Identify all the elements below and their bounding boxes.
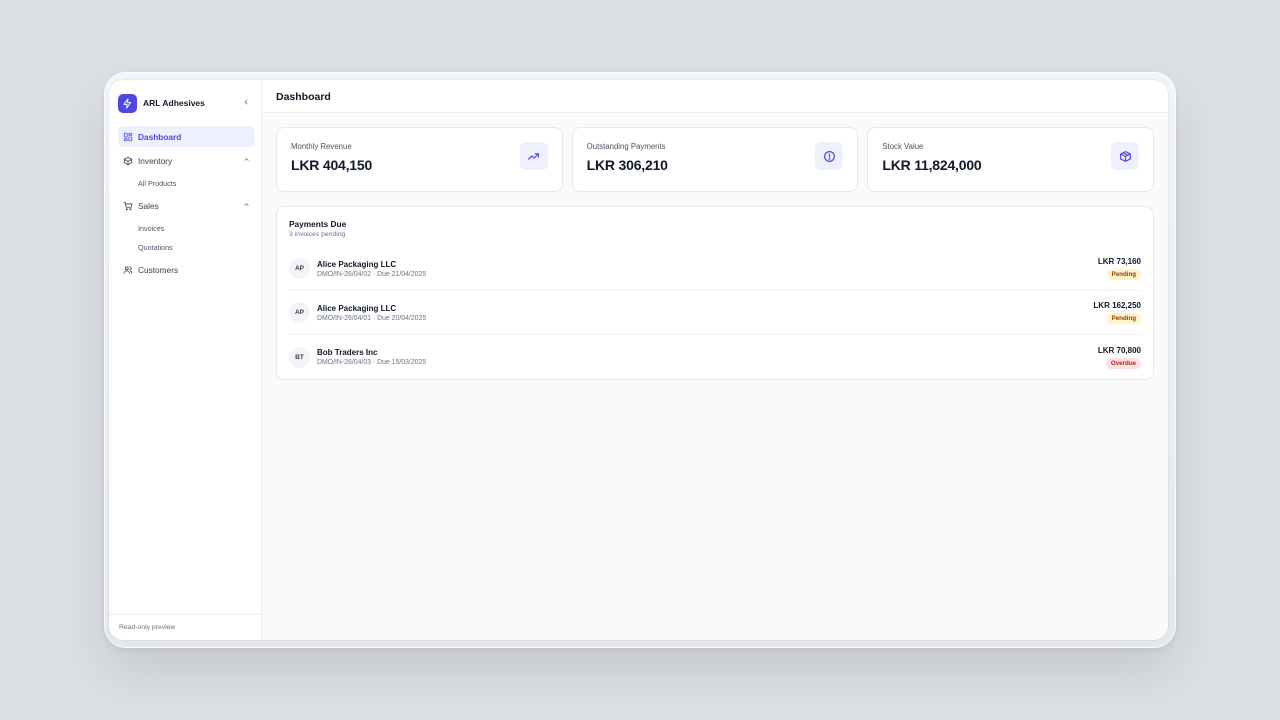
status-badge: Pending bbox=[1106, 313, 1141, 324]
sidebar-subitem-all-products[interactable]: All Products bbox=[118, 174, 255, 193]
sidebar-item-label: Sales bbox=[138, 200, 159, 211]
sidebar-item-label: Dashboard bbox=[138, 131, 182, 142]
stat-card-stock-value: Stock Value LKR 11,824,000 bbox=[867, 127, 1155, 192]
row-right: LKR 70,800 Overdue bbox=[1098, 346, 1141, 369]
customer-name: Bob Traders Inc bbox=[317, 348, 378, 357]
users-icon bbox=[123, 265, 133, 275]
list-item[interactable]: BT Bob Traders Inc DMO/IN-26/04/03 · Due… bbox=[289, 335, 1141, 379]
sidebar-footer: Read-only preview bbox=[109, 614, 261, 640]
main-content: Dashboard Monthly Revenue LKR 404,150 Ou… bbox=[262, 80, 1168, 640]
cart-icon bbox=[123, 201, 133, 211]
package-icon bbox=[1111, 142, 1140, 170]
invoice-amount: LKR 73,160 bbox=[1097, 257, 1141, 266]
sidebar: ARL Adhesives Dashboard Inventory All Pr… bbox=[109, 80, 262, 640]
lightning-logo-icon bbox=[118, 93, 137, 113]
payments-due-panel: Payments Due 3 invoices pending AP Alice… bbox=[276, 206, 1154, 380]
status-badge: Pending bbox=[1106, 269, 1141, 280]
collapse-sidebar-button[interactable] bbox=[240, 98, 252, 109]
customer-name: Alice Packaging LLC bbox=[317, 303, 397, 313]
brand: ARL Adhesives bbox=[109, 86, 261, 120]
stat-card-outstanding-payments: Outstanding Payments LKR 306,210 bbox=[571, 127, 859, 192]
invoice-amount: LKR 162,250 bbox=[1093, 301, 1141, 310]
alert-circle-icon bbox=[815, 142, 844, 170]
status-badge: Overdue bbox=[1105, 357, 1141, 369]
trending-up-icon bbox=[519, 142, 548, 170]
avatar: AP bbox=[289, 302, 310, 323]
sidebar-item-sales[interactable]: Sales bbox=[118, 195, 255, 216]
payments-list: AP Alice Packaging LLC DMO/IN-26/04/02 ·… bbox=[289, 247, 1141, 379]
box-icon bbox=[123, 156, 133, 166]
invoice-amount: LKR 70,800 bbox=[1097, 345, 1141, 355]
stat-card-monthly-revenue: Monthly Revenue LKR 404,150 bbox=[276, 127, 563, 192]
avatar: AP bbox=[289, 258, 310, 279]
brand-name: ARL Adhesives bbox=[143, 98, 205, 108]
app-window: ARL Adhesives Dashboard Inventory All Pr… bbox=[109, 80, 1168, 640]
sidebar-item-dashboard[interactable]: Dashboard bbox=[118, 126, 255, 147]
page-title: Dashboard bbox=[262, 80, 1168, 113]
panel-subtitle: 3 invoices pending bbox=[289, 231, 346, 238]
panel-title: Payments Due bbox=[289, 219, 347, 229]
grid-icon bbox=[123, 132, 133, 142]
row-info: Alice Packaging LLC DMO/IN-26/04/02 · Du… bbox=[317, 260, 1098, 278]
row-right: LKR 162,250 Pending bbox=[1093, 301, 1141, 324]
sidebar-item-label: Inventory bbox=[138, 155, 173, 166]
sidebar-item-label: Customers bbox=[138, 264, 179, 275]
list-item[interactable]: AP Alice Packaging LLC DMO/IN-26/04/01 ·… bbox=[289, 291, 1141, 335]
sidebar-item-customers[interactable]: Customers bbox=[118, 259, 255, 280]
list-item[interactable]: AP Alice Packaging LLC DMO/IN-26/04/02 ·… bbox=[289, 247, 1141, 291]
device-frame: ARL Adhesives Dashboard Inventory All Pr… bbox=[104, 72, 1176, 648]
sidebar-item-inventory[interactable]: Inventory bbox=[118, 150, 255, 171]
stat-cards: Monthly Revenue LKR 404,150 Outstanding … bbox=[262, 113, 1168, 192]
chevron-up-icon bbox=[243, 201, 250, 210]
invoice-meta: DMO/IN-26/04/02 · Due 21/04/2025 bbox=[317, 270, 427, 278]
row-right: LKR 73,160 Pending bbox=[1098, 257, 1141, 280]
avatar: BT bbox=[289, 346, 310, 368]
sidebar-subitem-quotations[interactable]: Quotations bbox=[118, 238, 255, 257]
row-info: Alice Packaging LLC DMO/IN-26/04/01 · Du… bbox=[317, 304, 1093, 322]
chevron-up-icon bbox=[243, 156, 250, 165]
row-info: Bob Traders Inc DMO/IN-26/04/03 · Due 15… bbox=[317, 348, 1098, 366]
customer-name: Alice Packaging LLC bbox=[317, 259, 397, 269]
sidebar-nav: Dashboard Inventory All Products Sales I… bbox=[109, 120, 261, 280]
chevron-left-icon bbox=[244, 99, 248, 104]
invoice-meta: DMO/IN-26/04/01 · Due 20/04/2025 bbox=[317, 314, 427, 322]
invoice-meta: DMO/IN-26/04/03 · Due 15/03/2025 bbox=[317, 359, 427, 366]
sidebar-subitem-invoices[interactable]: Invoices bbox=[118, 219, 255, 238]
